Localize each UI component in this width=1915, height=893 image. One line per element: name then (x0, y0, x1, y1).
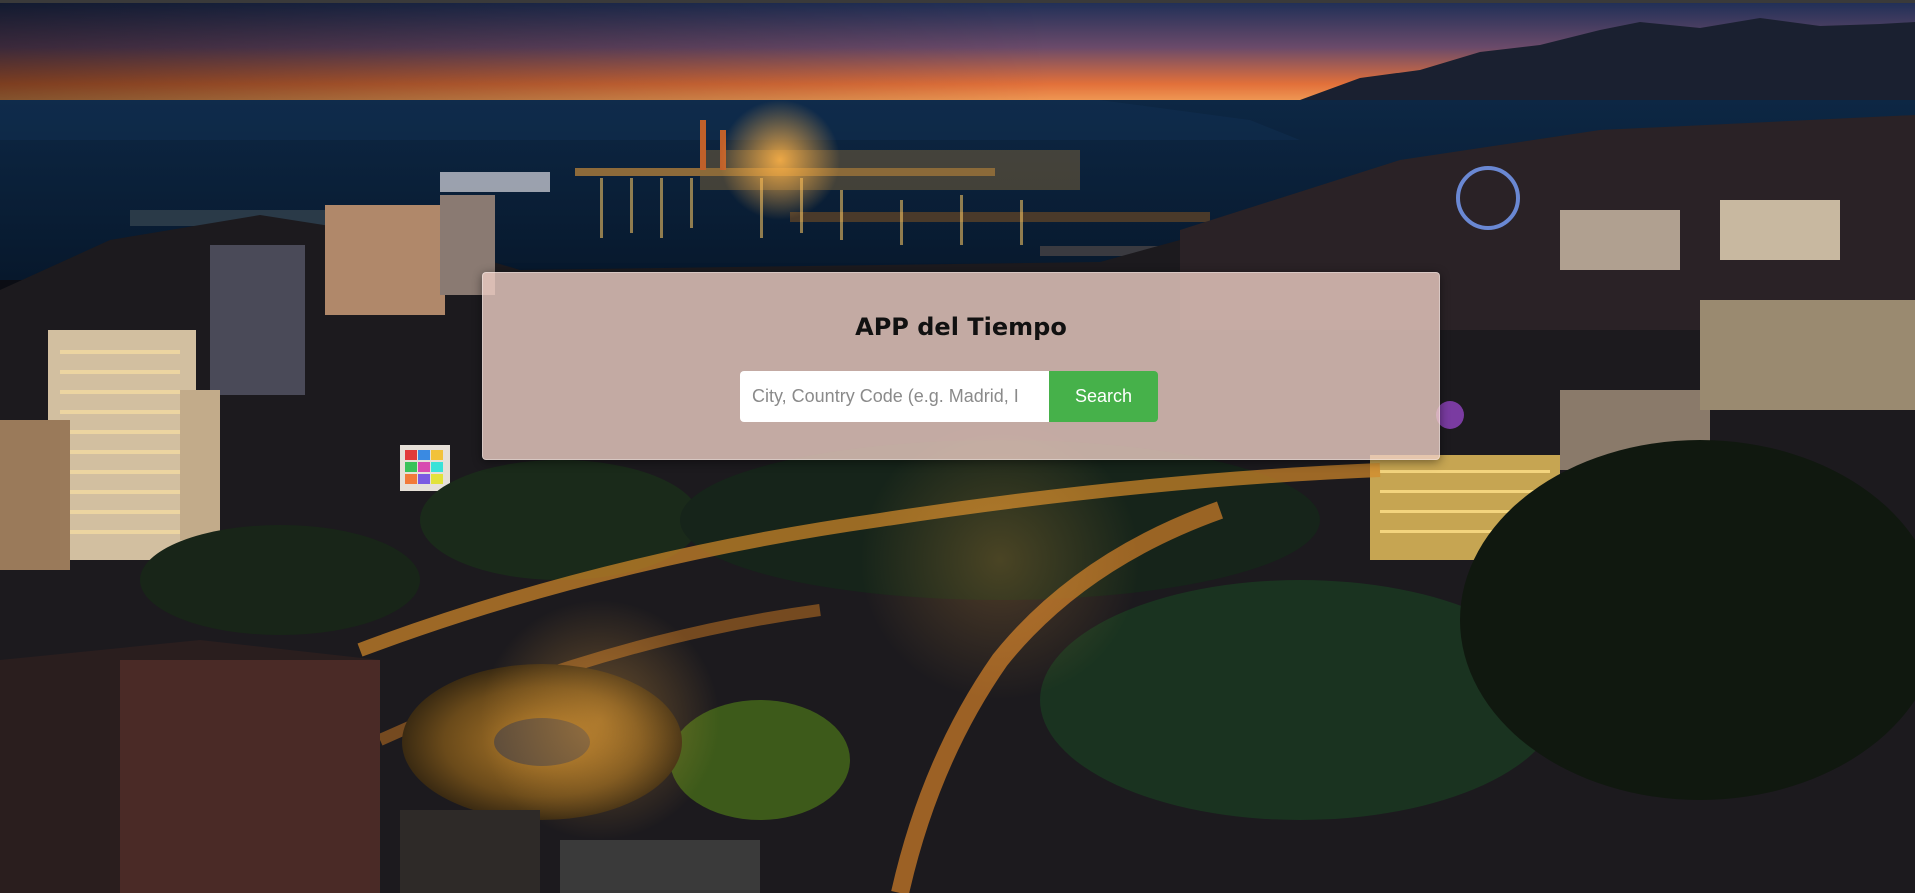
city-search-input[interactable] (740, 371, 1049, 422)
app-title: APP del Tiempo (855, 313, 1067, 341)
browser-top-strip (0, 0, 1915, 3)
search-card: APP del Tiempo Search (482, 272, 1440, 460)
search-button[interactable]: Search (1049, 371, 1158, 422)
search-form: Search (740, 371, 1161, 422)
